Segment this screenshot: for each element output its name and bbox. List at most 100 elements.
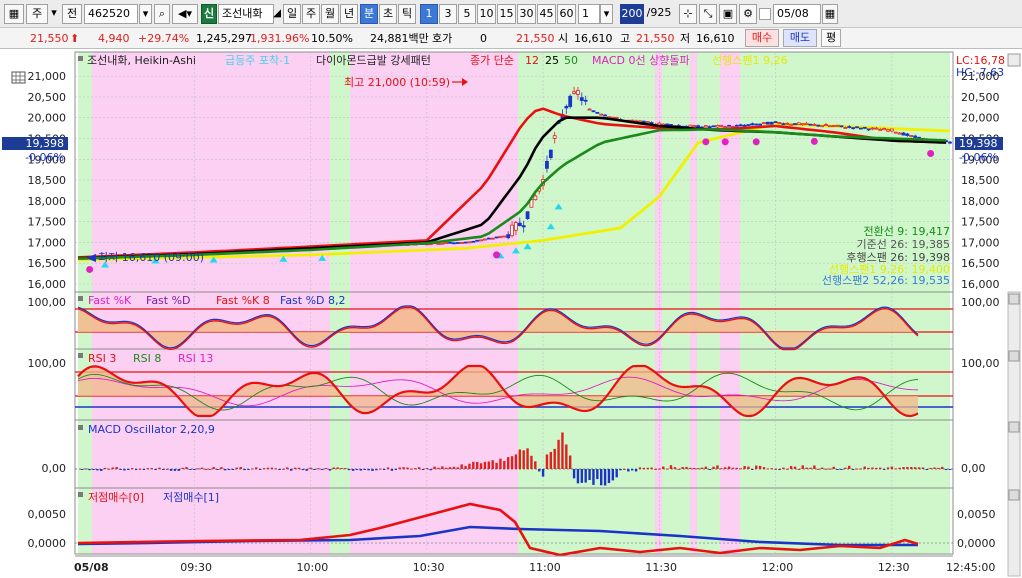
- macd-bar: [92, 469, 95, 470]
- macd-bar: [813, 465, 816, 469]
- chart-area[interactable]: 조선내화, Heikin-Ashi 급등주 포착-1 다이아몬드급발 강세패턴 …: [0, 50, 1022, 578]
- macd-bar: [243, 469, 246, 471]
- calendar-icon[interactable]: ▦: [822, 4, 838, 24]
- panel-close-icon[interactable]: [1007, 53, 1021, 67]
- macd-bar: [770, 468, 773, 470]
- macd-bar: [689, 467, 692, 469]
- time-tick: 10:30: [413, 561, 445, 574]
- period-second-button[interactable]: 초: [379, 4, 397, 24]
- candle-body: [579, 97, 584, 101]
- macd-bar: [631, 469, 634, 471]
- search-icon[interactable]: ⌕: [154, 4, 170, 24]
- scroll-mid-icon[interactable]: [1008, 350, 1020, 362]
- interval-dropdown-icon[interactable]: ▾: [600, 4, 613, 24]
- interval-1-button[interactable]: 1: [420, 4, 438, 24]
- interval-15-button[interactable]: 15: [497, 4, 516, 24]
- legend-close-ma: 종가 단순: [470, 54, 514, 67]
- macd-bar: [793, 466, 797, 469]
- code-dropdown-icon[interactable]: ▾: [139, 4, 152, 24]
- macd-bar: [479, 463, 483, 469]
- stock-name-field[interactable]: 조선내화: [218, 4, 274, 24]
- macd-bar: [138, 468, 142, 470]
- macd-bar: [255, 467, 258, 469]
- rsi-legend: RSI 3 RSI 8 RSI 13: [78, 352, 213, 365]
- macd-bar: [681, 466, 684, 469]
- macd-bar: [189, 469, 192, 470]
- macd-bar: [879, 467, 882, 469]
- time-tick: 12:30: [878, 561, 910, 574]
- mode-select[interactable]: 주: [26, 4, 48, 24]
- macd-bar: [216, 469, 219, 470]
- period-year-button[interactable]: 년: [340, 4, 358, 24]
- macd-bar: [200, 467, 204, 469]
- candle-body: [436, 243, 441, 246]
- period-day-button[interactable]: 일: [283, 4, 301, 24]
- crosshair-icon[interactable]: ⊹: [679, 4, 697, 24]
- macd-bar: [712, 466, 715, 469]
- signal-band-pink: [350, 52, 518, 554]
- time-tick: 05/08: [74, 561, 109, 574]
- chart-window-icon[interactable]: ▦: [4, 4, 24, 24]
- period-month-button[interactable]: 월: [321, 4, 339, 24]
- interval-input[interactable]: 1: [578, 4, 600, 24]
- interval-10-button[interactable]: 10: [477, 4, 496, 24]
- save-icon[interactable]: ▣: [719, 4, 737, 24]
- candle-body: [568, 95, 573, 107]
- period-week-button[interactable]: 주: [302, 4, 320, 24]
- scroll-mid2-icon[interactable]: [1008, 421, 1020, 433]
- macd-bar: [251, 468, 254, 470]
- candle-body: [463, 241, 468, 244]
- macd-bar: [720, 468, 723, 470]
- table-icon[interactable]: [11, 71, 26, 84]
- macd-bar: [158, 467, 161, 469]
- sell-button[interactable]: 매도: [783, 29, 817, 47]
- interval-3-button[interactable]: 3: [439, 4, 457, 24]
- stoch-legend-d: Fast %D: [146, 294, 191, 307]
- macd-bar: [634, 469, 638, 472]
- macd-cross-dot-icon: [86, 265, 94, 273]
- macd-bar: [317, 468, 320, 470]
- macd-bar: [844, 467, 847, 469]
- period-minute-button[interactable]: 분: [360, 4, 378, 24]
- settings-icon[interactable]: ⚙: [739, 4, 757, 24]
- candle-body: [455, 242, 460, 244]
- macd-bar: [224, 469, 227, 471]
- macd-bar: [817, 468, 820, 470]
- count-input[interactable]: 200: [620, 4, 644, 24]
- macd-bar: [553, 448, 556, 469]
- macd-bar: [871, 467, 874, 469]
- macd-bar: [359, 469, 363, 471]
- buy-button[interactable]: 매수: [745, 29, 779, 47]
- candle-body: [727, 124, 731, 127]
- scroll-down-icon[interactable]: [1008, 489, 1020, 501]
- macd-bar: [386, 467, 390, 469]
- interval-60-button[interactable]: 60: [557, 4, 576, 24]
- macd-bar: [301, 469, 304, 471]
- vertical-scrollbar[interactable]: [1007, 291, 1021, 577]
- candle-body: [835, 124, 840, 127]
- period-tick-button[interactable]: 틱: [398, 4, 416, 24]
- candle-body: [796, 122, 801, 126]
- time-tick: 12:00: [762, 561, 794, 574]
- left-price-tick: 17,500: [28, 216, 67, 229]
- speaker-icon[interactable]: ◀▾: [172, 4, 198, 24]
- date-input[interactable]: 05/08: [773, 4, 821, 24]
- date-checkbox[interactable]: [759, 8, 771, 20]
- candle-body: [494, 236, 499, 239]
- candle-body: [498, 236, 503, 238]
- macd-bar: [700, 467, 704, 469]
- code-type-button[interactable]: 전: [62, 4, 82, 24]
- draw-tool-icon[interactable]: ⤡: [699, 4, 717, 24]
- candle-body: [440, 242, 445, 245]
- interval-45-button[interactable]: 45: [537, 4, 556, 24]
- interval-30-button[interactable]: 30: [517, 4, 536, 24]
- eval-button[interactable]: 평: [821, 29, 841, 47]
- scroll-up-icon[interactable]: [1008, 293, 1020, 305]
- mode-dropdown-icon[interactable]: ▾: [48, 4, 60, 24]
- interval-5-button[interactable]: 5: [458, 4, 476, 24]
- stock-name-dropdown-icon[interactable]: ◢: [273, 4, 281, 24]
- bottom-legend-0: 저점매수[0]: [88, 491, 144, 504]
- volume: 1,245,297: [196, 32, 252, 45]
- stock-code-input[interactable]: 462520: [84, 4, 138, 24]
- macd-bar: [727, 466, 731, 469]
